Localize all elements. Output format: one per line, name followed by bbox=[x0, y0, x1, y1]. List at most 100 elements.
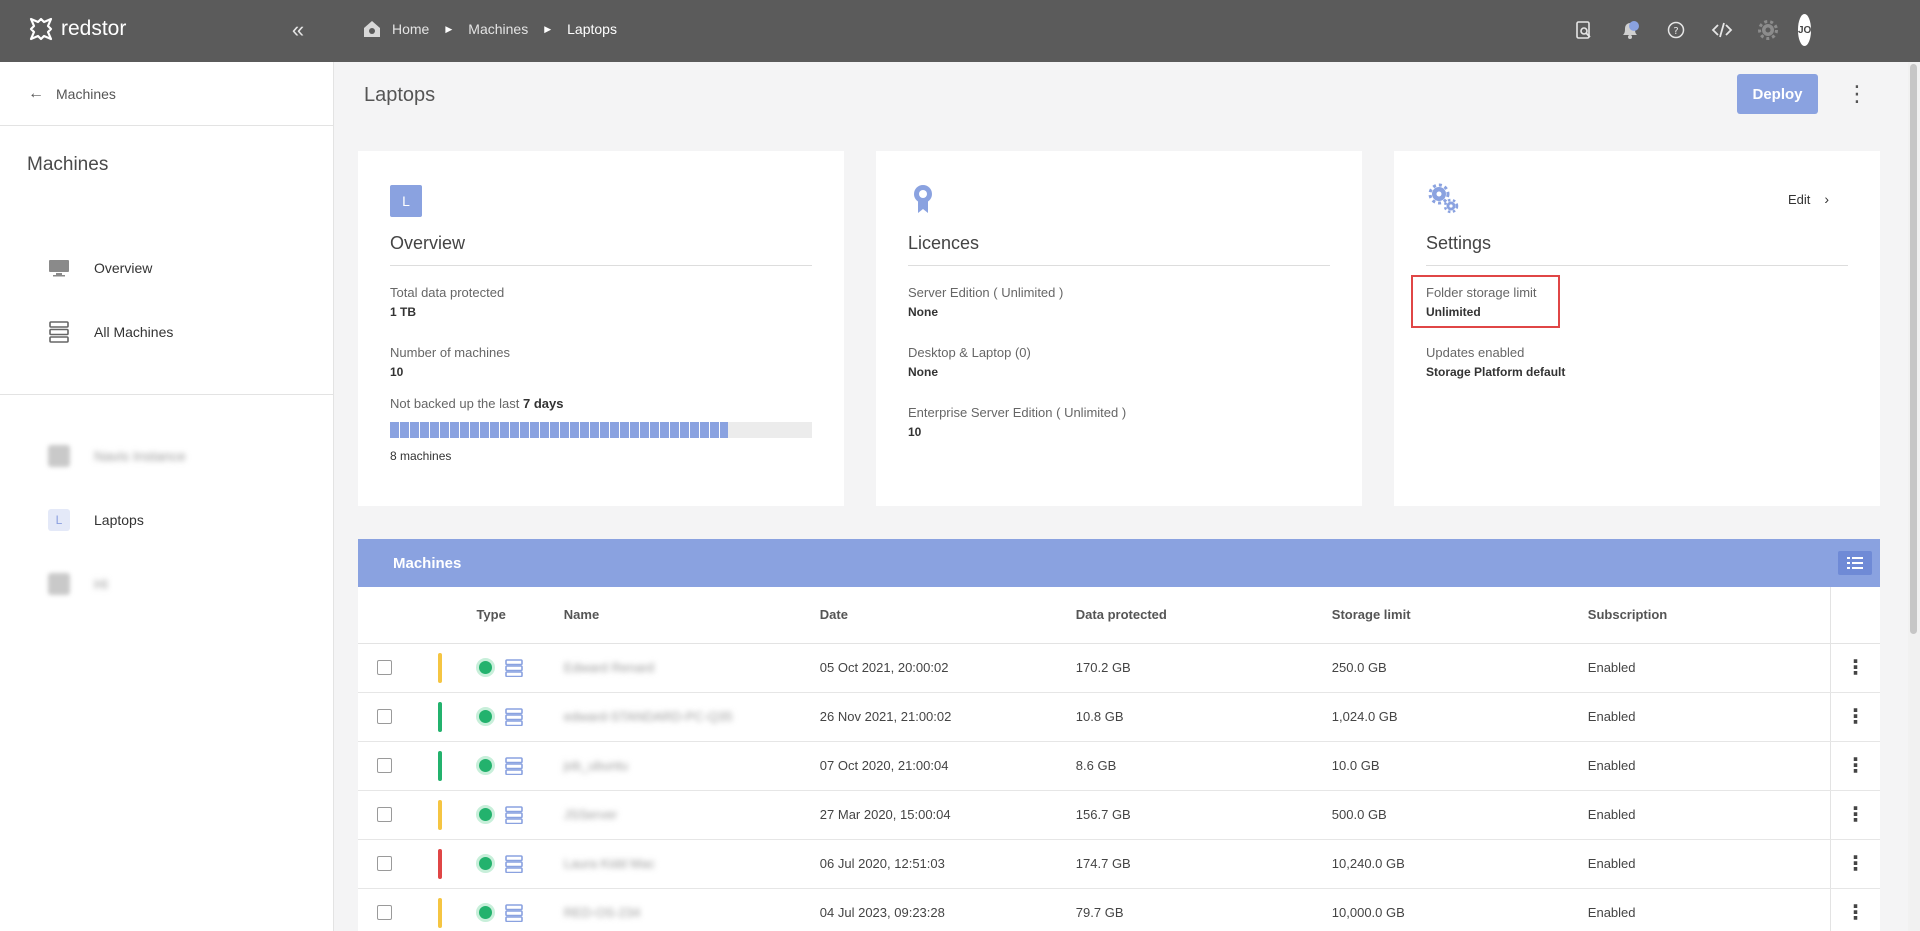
settings-edit-link[interactable]: Edit › bbox=[1788, 191, 1829, 207]
breadcrumb-home[interactable]: Home bbox=[392, 21, 429, 37]
machine-name[interactable]: job_ubuntu bbox=[564, 758, 628, 773]
api-icon[interactable] bbox=[1711, 15, 1733, 45]
row-checkbox[interactable] bbox=[377, 905, 392, 920]
type-cell bbox=[476, 790, 564, 840]
server-icon bbox=[505, 658, 524, 677]
column-header-type[interactable]: Type bbox=[476, 587, 564, 644]
machines-table: Type Name Date Data protected Storage li… bbox=[358, 587, 1880, 931]
subscription-cell: Enabled bbox=[1587, 741, 1832, 791]
table-row[interactable]: Edward Renard 05 Oct 2021, 20:00:02 170.… bbox=[358, 643, 1880, 693]
row-more-options-icon[interactable]: ⋮ bbox=[1830, 643, 1880, 693]
machine-name[interactable]: JSServer bbox=[564, 807, 617, 822]
status-strip-cell bbox=[416, 888, 477, 931]
not-backed-progress-bar bbox=[390, 422, 812, 438]
machine-name[interactable]: Laura Kidd Mac bbox=[564, 856, 655, 871]
divider bbox=[908, 265, 1330, 266]
search-machine-icon[interactable] bbox=[1574, 15, 1594, 45]
logo[interactable]: redstor bbox=[28, 16, 126, 42]
server-icon bbox=[505, 903, 524, 922]
not-backed-count: 8 machines bbox=[390, 449, 451, 463]
row-more-options-icon[interactable]: ⋮ bbox=[1830, 888, 1880, 931]
status-strip bbox=[438, 799, 443, 830]
status-strip bbox=[438, 848, 443, 879]
machine-name[interactable]: edward-STANDARD-PC-Q35 bbox=[564, 709, 733, 724]
row-more-options-icon[interactable]: ⋮ bbox=[1830, 790, 1880, 840]
sidebar-item-label: HI bbox=[94, 576, 108, 592]
subscription-cell: Enabled bbox=[1587, 839, 1832, 889]
sidebar-group-item[interactable]: Navis Instance bbox=[0, 424, 333, 488]
total-data-field: Total data protected 1 TB bbox=[390, 285, 504, 319]
row-checkbox[interactable] bbox=[377, 660, 392, 675]
date-cell: 05 Oct 2021, 20:00:02 bbox=[819, 643, 1076, 693]
date-cell: 07 Oct 2020, 21:00:04 bbox=[819, 741, 1076, 791]
name-cell[interactable]: RED-OS-234 bbox=[563, 888, 820, 931]
row-checkbox[interactable] bbox=[377, 709, 392, 724]
overview-title: Overview bbox=[390, 233, 466, 253]
table-row[interactable]: JSServer 27 Mar 2020, 15:00:04 156.7 GB … bbox=[358, 790, 1880, 840]
breadcrumb-separator-icon: ▶ bbox=[445, 23, 453, 34]
sidebar-item-all-machines[interactable]: All Machines bbox=[0, 300, 333, 364]
server-icon bbox=[505, 854, 524, 873]
more-options-icon[interactable]: ⋮ bbox=[1846, 80, 1868, 108]
back-to-machines[interactable]: ← Machines bbox=[0, 62, 333, 126]
row-more-options-icon[interactable]: ⋮ bbox=[1830, 741, 1880, 791]
deploy-button[interactable]: Deploy bbox=[1737, 74, 1818, 114]
column-header-name[interactable]: Name bbox=[563, 587, 820, 644]
sidebar-group-laptops[interactable]: L Laptops bbox=[0, 488, 333, 552]
row-checkbox[interactable] bbox=[377, 856, 392, 871]
highlight-box bbox=[1411, 275, 1560, 328]
sidebar: ← Machines Machines Overview All Machine… bbox=[0, 62, 334, 931]
table-row[interactable]: edward-STANDARD-PC-Q35 26 Nov 2021, 21:0… bbox=[358, 692, 1880, 742]
online-status-icon bbox=[476, 903, 496, 922]
column-header-storage-limit[interactable]: Storage limit bbox=[1331, 587, 1588, 644]
storage-limit-cell: 250.0 GB bbox=[1331, 643, 1588, 693]
divider bbox=[1426, 265, 1848, 266]
page-title: Laptops bbox=[364, 84, 436, 106]
row-checkbox[interactable] bbox=[377, 758, 392, 773]
machine-name[interactable]: RED-OS-234 bbox=[564, 905, 641, 920]
row-checkbox[interactable] bbox=[377, 807, 392, 822]
breadcrumb-machines[interactable]: Machines bbox=[468, 21, 528, 37]
avatar[interactable]: JO bbox=[1798, 14, 1812, 46]
home-icon[interactable] bbox=[362, 20, 382, 38]
column-header-data-protected[interactable]: Data protected bbox=[1075, 587, 1332, 644]
sidebar-group-item[interactable]: HI bbox=[0, 552, 333, 616]
licence-field: Desktop & Laptop (0) None bbox=[908, 345, 1031, 379]
monitor-icon bbox=[48, 257, 70, 279]
list-view-icon[interactable] bbox=[1838, 551, 1872, 575]
sidebar-item-overview[interactable]: Overview bbox=[0, 236, 333, 300]
row-checkbox-cell bbox=[358, 790, 417, 840]
row-more-options-icon[interactable]: ⋮ bbox=[1830, 692, 1880, 742]
name-cell[interactable]: job_ubuntu bbox=[563, 741, 820, 791]
name-cell[interactable]: edward-STANDARD-PC-Q35 bbox=[563, 692, 820, 742]
help-icon[interactable]: ? bbox=[1666, 15, 1686, 45]
data-protected-cell: 170.2 GB bbox=[1075, 643, 1332, 693]
data-protected-cell: 10.8 GB bbox=[1075, 692, 1332, 742]
column-header-date[interactable]: Date bbox=[819, 587, 1076, 644]
collapse-sidebar-icon[interactable]: « bbox=[286, 18, 310, 42]
name-cell[interactable]: Edward Renard bbox=[563, 643, 820, 693]
notifications-icon[interactable] bbox=[1619, 15, 1641, 45]
column-header-subscription[interactable]: Subscription bbox=[1587, 587, 1832, 644]
field-value: Storage Platform default bbox=[1426, 365, 1566, 379]
field-label: Desktop & Laptop (0) bbox=[908, 345, 1031, 360]
date-cell: 04 Jul 2023, 09:23:28 bbox=[819, 888, 1076, 931]
online-status-icon bbox=[476, 805, 496, 824]
table-row[interactable]: Laura Kidd Mac 06 Jul 2020, 12:51:03 174… bbox=[358, 839, 1880, 889]
back-arrow-icon: ← bbox=[28, 84, 44, 102]
machine-name[interactable]: Edward Renard bbox=[564, 660, 654, 675]
table-row[interactable]: RED-OS-234 04 Jul 2023, 09:23:28 79.7 GB… bbox=[358, 888, 1880, 931]
table-row[interactable]: job_ubuntu 07 Oct 2020, 21:00:04 8.6 GB … bbox=[358, 741, 1880, 791]
server-icon bbox=[505, 756, 524, 775]
scrollbar-thumb[interactable] bbox=[1910, 64, 1917, 634]
type-cell bbox=[476, 839, 564, 889]
settings-title: Settings bbox=[1426, 233, 1492, 253]
name-cell[interactable]: Laura Kidd Mac bbox=[563, 839, 820, 889]
status-strip bbox=[438, 750, 443, 781]
sidebar-item-label: Overview bbox=[94, 260, 153, 276]
row-more-options-icon[interactable]: ⋮ bbox=[1830, 839, 1880, 889]
settings-icon[interactable] bbox=[1758, 15, 1778, 45]
name-cell[interactable]: JSServer bbox=[563, 790, 820, 840]
page-scrollbar[interactable] bbox=[1908, 62, 1920, 931]
field-label: Not backed up the last 7 days bbox=[390, 396, 563, 411]
